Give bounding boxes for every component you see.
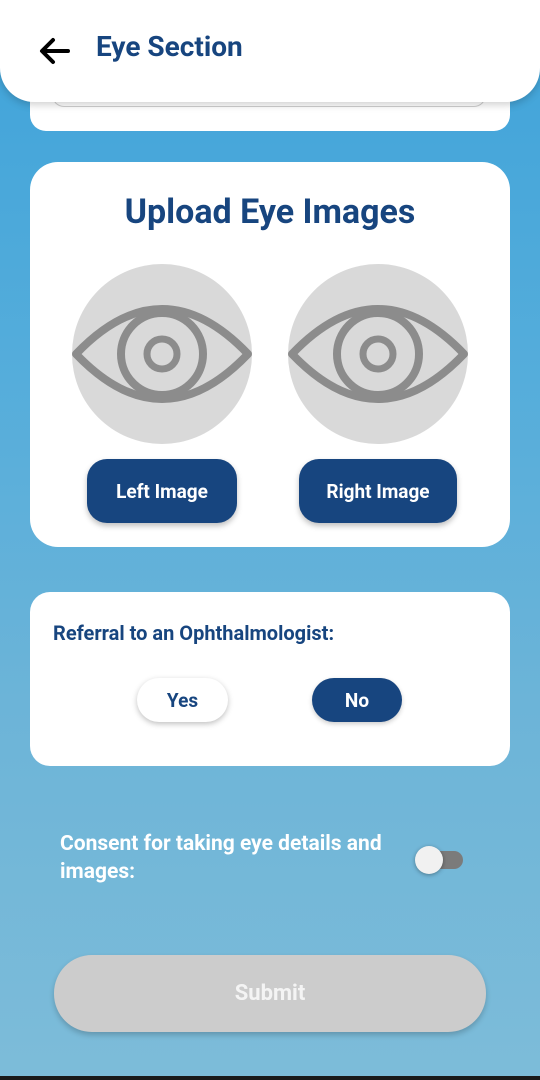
app-header: Eye Section: [0, 0, 540, 102]
eye-icon: [72, 305, 252, 403]
system-navigation-bar: [0, 1076, 540, 1080]
back-button[interactable]: [36, 33, 76, 69]
left-eye-image-placeholder[interactable]: [72, 264, 252, 444]
page-title: Eye Section: [96, 30, 243, 63]
right-image-button[interactable]: Right Image: [299, 459, 457, 523]
upload-eye-images-card: Upload Eye Images Left Image Right Image: [30, 162, 510, 547]
left-image-button[interactable]: Left Image: [87, 459, 237, 523]
toggle-knob: [415, 846, 443, 874]
referral-card: Referral to an Ophthalmologist: Yes No: [30, 592, 510, 766]
arrow-left-icon: [40, 38, 70, 64]
referral-no-button[interactable]: No: [312, 678, 402, 722]
referral-label: Referral to an Ophthalmologist:: [53, 621, 335, 645]
upload-title: Upload Eye Images: [124, 192, 416, 232]
consent-toggle[interactable]: [415, 846, 465, 876]
right-eye-image-placeholder[interactable]: [288, 264, 468, 444]
eye-icon: [288, 305, 468, 403]
consent-label: Consent for taking eye details and image…: [60, 832, 382, 884]
submit-button[interactable]: Submit: [54, 955, 486, 1032]
referral-yes-button[interactable]: Yes: [137, 678, 228, 722]
